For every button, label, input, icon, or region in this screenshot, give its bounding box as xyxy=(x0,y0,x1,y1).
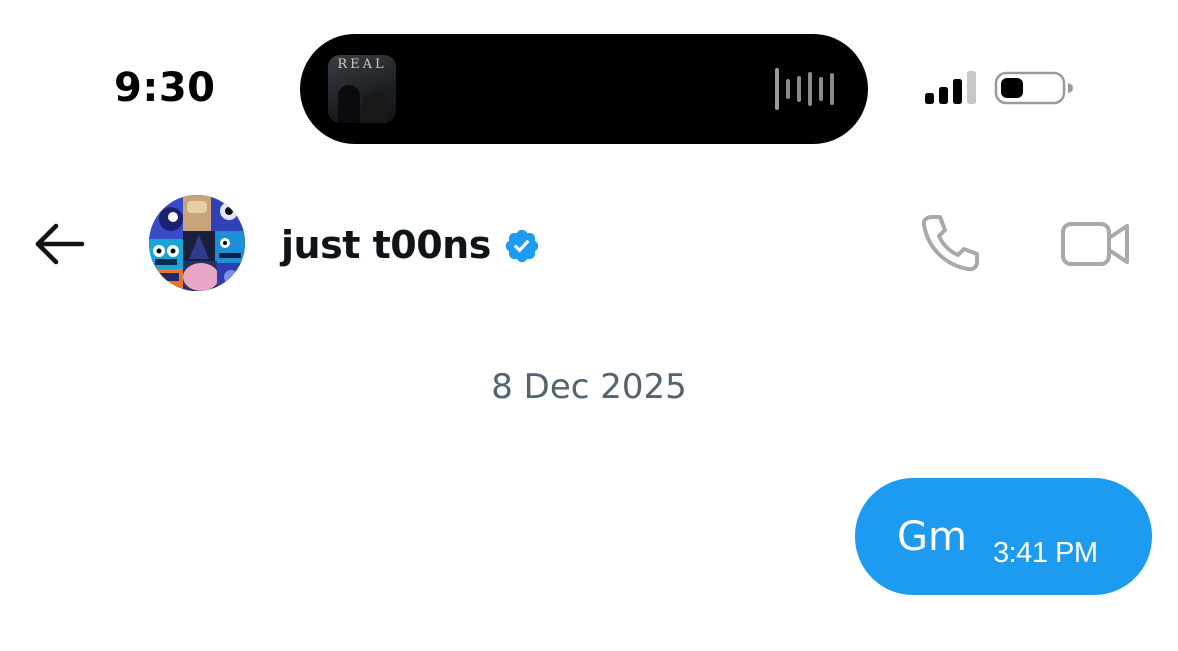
message-text: Gm xyxy=(897,514,967,560)
phone-icon xyxy=(921,215,979,272)
status-time: 9:30 xyxy=(114,65,216,111)
verified-badge-icon xyxy=(505,229,539,263)
audio-waveform-icon xyxy=(775,68,834,110)
contact-avatar[interactable] xyxy=(149,195,245,291)
now-playing-album-art: REAL xyxy=(328,55,396,123)
contact-name: just t00ns xyxy=(281,223,491,267)
call-button[interactable] xyxy=(918,212,982,274)
outgoing-message-bubble[interactable]: Gm 3:41 PM xyxy=(855,478,1152,595)
date-separator: 8 Dec 2025 xyxy=(491,367,687,407)
cellular-signal-icon xyxy=(925,71,976,104)
back-button[interactable] xyxy=(30,218,90,270)
video-call-button[interactable] xyxy=(1060,216,1132,272)
message-timestamp: 3:41 PM xyxy=(993,537,1098,569)
dynamic-island-now-playing[interactable]: REAL xyxy=(300,34,868,144)
contact-name-row[interactable]: just t00ns xyxy=(281,215,541,275)
album-art-label: REAL xyxy=(337,57,387,72)
avatar-image xyxy=(149,195,245,291)
arrow-left-icon xyxy=(35,223,85,265)
video-camera-icon xyxy=(1061,222,1129,266)
battery-icon xyxy=(994,71,1073,105)
